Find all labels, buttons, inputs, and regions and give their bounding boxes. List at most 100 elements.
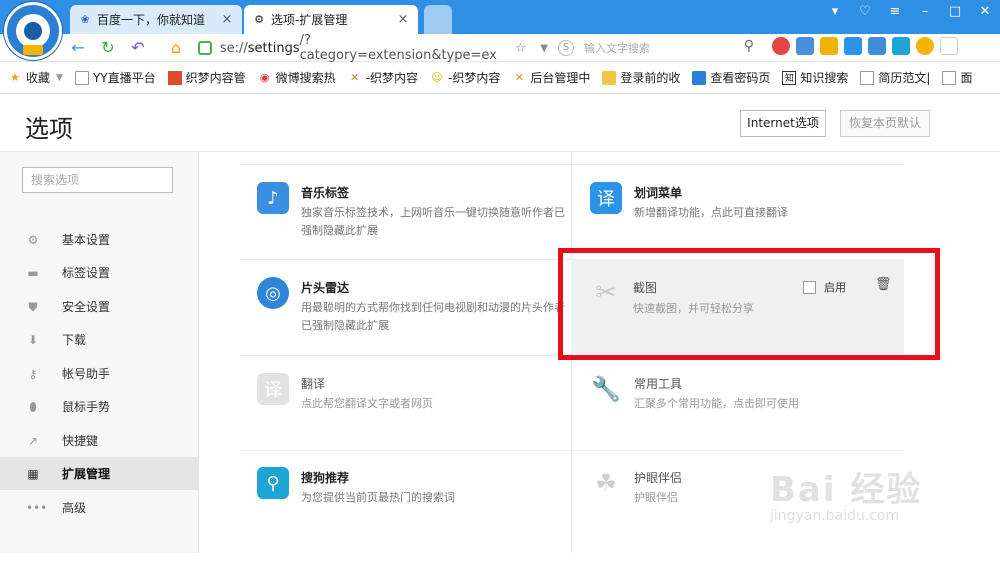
radar-icon: ◎ <box>257 277 289 309</box>
key-icon: ⚷ <box>28 366 38 381</box>
skin-icon[interactable]: ♡ <box>850 0 880 26</box>
extension-name: 常用工具 <box>634 377 683 391</box>
tab-baidu[interactable]: ❀ 百度一下，你就知道 × <box>70 5 242 34</box>
address-bar[interactable]: se://settings/?category=extension&type=e… <box>198 33 548 63</box>
search-ext-icon[interactable] <box>892 37 910 55</box>
page-icon <box>860 70 875 85</box>
sidebar-item-basic[interactable]: ⚙ 基本设置 <box>0 223 198 256</box>
refresh-icon[interactable]: ↻ <box>98 38 118 58</box>
bookmark-label: 登录前的收 <box>620 71 681 85</box>
bookmark-item[interactable]: ✕ -织梦内容 <box>348 69 418 86</box>
bookmark-favorites[interactable]: ★ 收藏 ▼ <box>8 69 63 86</box>
bookmark-item[interactable]: ✕ 后台管理中 <box>512 69 591 86</box>
window-controls: ▾ ♡ ≡ – □ ✕ <box>820 0 1000 26</box>
sidebar-item-advanced[interactable]: ••• 高级 <box>0 491 198 524</box>
close-window-icon[interactable]: ✕ <box>970 0 1000 26</box>
page-icon <box>74 70 89 85</box>
bookmark-item[interactable]: 面 <box>942 69 972 86</box>
sidebar-item-mouse-gesture[interactable]: ⬮ 鼠标手势 <box>0 390 198 423</box>
search-placeholder: 输入文字搜索 <box>584 42 650 55</box>
extension-name: 翻译 <box>301 377 326 391</box>
restore-defaults-button[interactable]: 恢复本页默认 <box>840 110 930 137</box>
url-host: settings <box>247 40 300 56</box>
block-icon[interactable] <box>772 37 790 55</box>
sidebar-item-extensions[interactable]: ▦ 扩展管理 <box>0 457 198 490</box>
watermark-url: jingyan.baidu.com <box>770 508 900 524</box>
key-icon[interactable] <box>820 37 838 55</box>
sidebar-item-security[interactable]: ⛊ 安全设置 <box>0 290 198 323</box>
search-box[interactable]: S 输入文字搜索 ⚲ <box>558 37 758 59</box>
title-bar: ❀ 百度一下，你就知道 × ⚙ 选项-扩展管理 × ▾ ♡ ≡ – □ ✕ <box>0 0 1000 60</box>
internet-options-button[interactable]: Internet选项 <box>740 110 826 137</box>
bookmark-item[interactable]: YY直播平台 <box>74 69 156 86</box>
sidebar-item-tabs[interactable]: ▬ 标签设置 <box>0 256 198 289</box>
extension-description: 点此帮您翻译文字或者网页 <box>301 397 433 410</box>
search-options-input[interactable]: 搜索选项 <box>22 167 173 193</box>
tab-icon: ▬ <box>27 265 39 280</box>
wrench-icon: 🔧 <box>591 375 621 403</box>
bookmark-item[interactable]: 知知识搜索 <box>782 69 848 86</box>
knowledge-icon: 知 <box>782 70 797 85</box>
shield-icon: ⛊ <box>28 299 38 314</box>
tab-close-icon[interactable]: × <box>220 12 234 27</box>
sidebar-item-label: 帐号助手 <box>62 367 111 381</box>
bookmark-item[interactable]: 简历范文| <box>860 69 930 86</box>
minimize-icon[interactable]: – <box>910 0 940 26</box>
bookmark-item[interactable]: ◉ 微博搜索热 <box>258 69 336 86</box>
sidebar-item-label: 基本设置 <box>62 233 111 247</box>
gear-icon: ⚙ <box>27 232 39 247</box>
extension-name: 护眼伴侣 <box>634 471 683 485</box>
new-tab-button[interactable] <box>424 5 452 34</box>
home-icon[interactable]: ⌂ <box>166 38 186 58</box>
sidebar-item-label: 高级 <box>62 501 87 515</box>
sidebar-item-download[interactable]: ⬇ 下载 <box>0 323 198 356</box>
dots-icon: ••• <box>26 500 48 515</box>
dropdown-icon[interactable]: ▾ <box>820 0 850 26</box>
note-icon[interactable] <box>796 37 814 55</box>
sidebar-item-label: 快捷键 <box>62 434 99 448</box>
extension-name: 音乐标签 <box>301 186 350 200</box>
sidebar-item-account[interactable]: ⚷ 帐号助手 <box>0 357 198 390</box>
back-icon[interactable]: ← <box>68 38 88 58</box>
puzzle-icon[interactable] <box>868 37 886 55</box>
bookmark-item[interactable]: 登录前的收 <box>602 69 680 86</box>
menu-icon[interactable]: ≡ <box>880 0 910 26</box>
weibo-icon: ◉ <box>259 70 270 84</box>
browser-logo-icon[interactable] <box>4 2 62 60</box>
extension-card-radar[interactable]: ◎ 片头雷达 用最聪明的方式帮你找到任何电视剧和动漫的片头作者已强制隐藏此扩展 <box>257 277 577 371</box>
extension-card-sogou[interactable]: ⚲ 搜狗推荐 为您提供当前页最热门的搜索词 <box>257 467 577 561</box>
grid-menu-icon[interactable] <box>940 37 958 55</box>
smile-icon[interactable] <box>916 37 934 55</box>
arrow-icon: ↗ <box>27 433 39 448</box>
search-icon[interactable]: ⚲ <box>744 38 754 54</box>
bookmark-item[interactable]: 查看密码页 <box>692 69 770 86</box>
tools-icon: ✕ <box>350 70 360 84</box>
bookmark-label: 后台管理中 <box>530 71 591 85</box>
tab-title: 百度一下，你就知道 <box>97 13 206 27</box>
bookmark-item[interactable]: ☺ -织梦内容 <box>430 69 500 86</box>
bookmark-item[interactable]: 织梦内容管 <box>167 69 246 86</box>
tab-close-icon[interactable]: × <box>396 12 410 27</box>
extension-card-music[interactable]: ♪ 音乐标签 独家音乐标签技术，上网听音乐一键切换随意听作者已强制隐藏此扩展 <box>257 182 577 276</box>
tools-icon: ✕ <box>514 70 524 84</box>
bookmark-label: 简历范文| <box>878 71 931 85</box>
extension-card-tools[interactable]: 🔧 常用工具 汇聚多个常用功能，点击即可使用 <box>590 373 910 467</box>
sidebar-item-shortcuts[interactable]: ↗ 快捷键 <box>0 424 198 457</box>
star-icon[interactable]: ☆ <box>515 41 527 56</box>
maximize-icon[interactable]: □ <box>940 0 970 26</box>
bookmark-label: 收藏 <box>26 71 51 85</box>
undo-close-icon[interactable]: ↶ <box>128 38 148 58</box>
chevron-down-icon: ▼ <box>56 72 63 83</box>
sidebar-item-label: 安全设置 <box>62 300 111 314</box>
extension-name: 片头雷达 <box>301 281 350 295</box>
tab-extension-settings[interactable]: ⚙ 选项-扩展管理 × <box>244 5 418 34</box>
chevron-down-icon[interactable]: ▼ <box>540 43 548 54</box>
extension-card-translate[interactable]: 译 翻译 点此帮您翻译文字或者网页 <box>257 373 577 467</box>
sidebar-item-label: 下载 <box>62 333 87 347</box>
sogou-logo-icon: S <box>558 40 574 56</box>
sidebar-item-label: 鼠标手势 <box>62 400 111 414</box>
extension-toolbar <box>772 37 958 55</box>
translate-icon[interactable] <box>844 37 862 55</box>
music-icon: ♪ <box>257 182 289 214</box>
star-icon: ★ <box>10 70 20 84</box>
